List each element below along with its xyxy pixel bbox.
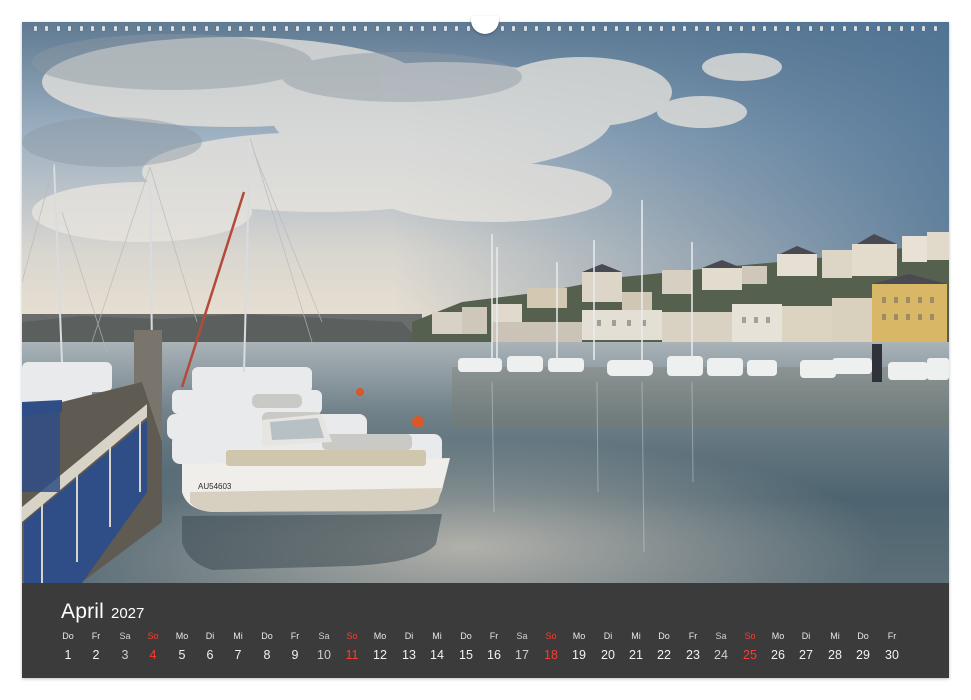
weekday-label: Mo [175,631,189,641]
day-number: 8 [263,648,271,662]
weekday-label: Sa [318,631,330,641]
weekday-label: So [744,631,756,641]
weekday-label: Di [603,631,613,641]
day-number: 22 [657,648,671,662]
weekday-label: So [346,631,358,641]
weekday-label: Fr [91,631,101,641]
weekday-label: Di [205,631,215,641]
weekday-label: So [545,631,557,641]
weekday-label: Di [801,631,811,641]
boat-registration: AU54603 [198,482,232,491]
day-number: 2 [92,648,100,662]
day-number: 21 [629,648,643,662]
harbor-photo: AU54603 [22,22,949,583]
day-number: 25 [743,648,757,662]
weekday-label: Mo [572,631,586,641]
weekday-label: Mi [830,631,840,641]
day-number: 29 [856,648,870,662]
weekday-label: Sa [119,631,131,641]
weekday-label: Fr [887,631,897,641]
day-number: 26 [771,648,785,662]
day-number: 11 [345,648,359,662]
day-number: 12 [373,648,387,662]
day-number: 6 [206,648,214,662]
day-number: 7 [234,648,242,662]
day-number: 3 [121,648,129,662]
month-label: April [61,600,105,623]
day-number: 28 [828,648,842,662]
weekday-label: Do [460,631,472,641]
weekday-label: Do [857,631,869,641]
calendar-strip: April 2027 Do 1 Fr 2 Sa 3 So 4 Mo 5 Di 6 Mi 7 Do 8 Fr 9 Sa… [22,583,949,678]
day-number: 19 [572,648,586,662]
day-number: 9 [291,648,299,662]
year-label: 2027 [111,605,145,622]
day-number: 5 [178,648,186,662]
weekday-label: Mi [233,631,243,641]
weekday-label: Mo [771,631,785,641]
weekday-label: Sa [516,631,528,641]
day-number: 4 [149,648,157,662]
weekday-label: Do [658,631,670,641]
weekday-label: So [147,631,159,641]
harbor-scene: AU54603 [22,22,949,583]
weekday-label: Di [404,631,414,641]
weekday-label: Fr [489,631,499,641]
day-number: 10 [317,648,331,662]
weekday-label: Mo [373,631,387,641]
day-number: 17 [515,648,529,662]
day-number: 20 [601,648,615,662]
weekday-label: Mi [631,631,641,641]
day-number: 23 [686,648,700,662]
weekday-label: Do [261,631,273,641]
day-number: 15 [459,648,473,662]
weekday-label: Fr [688,631,698,641]
weekday-label: Do [62,631,74,641]
day-number: 18 [544,648,558,662]
day-number: 16 [487,648,501,662]
weekday-label: Fr [290,631,300,641]
day-number: 24 [714,648,728,662]
weekday-label: Mi [432,631,442,641]
day-number: 30 [885,648,899,662]
day-number: 14 [430,648,444,662]
day-number: 13 [402,648,416,662]
day-number: 27 [799,648,813,662]
weekday-label: Sa [715,631,727,641]
day-number: 1 [64,648,72,662]
